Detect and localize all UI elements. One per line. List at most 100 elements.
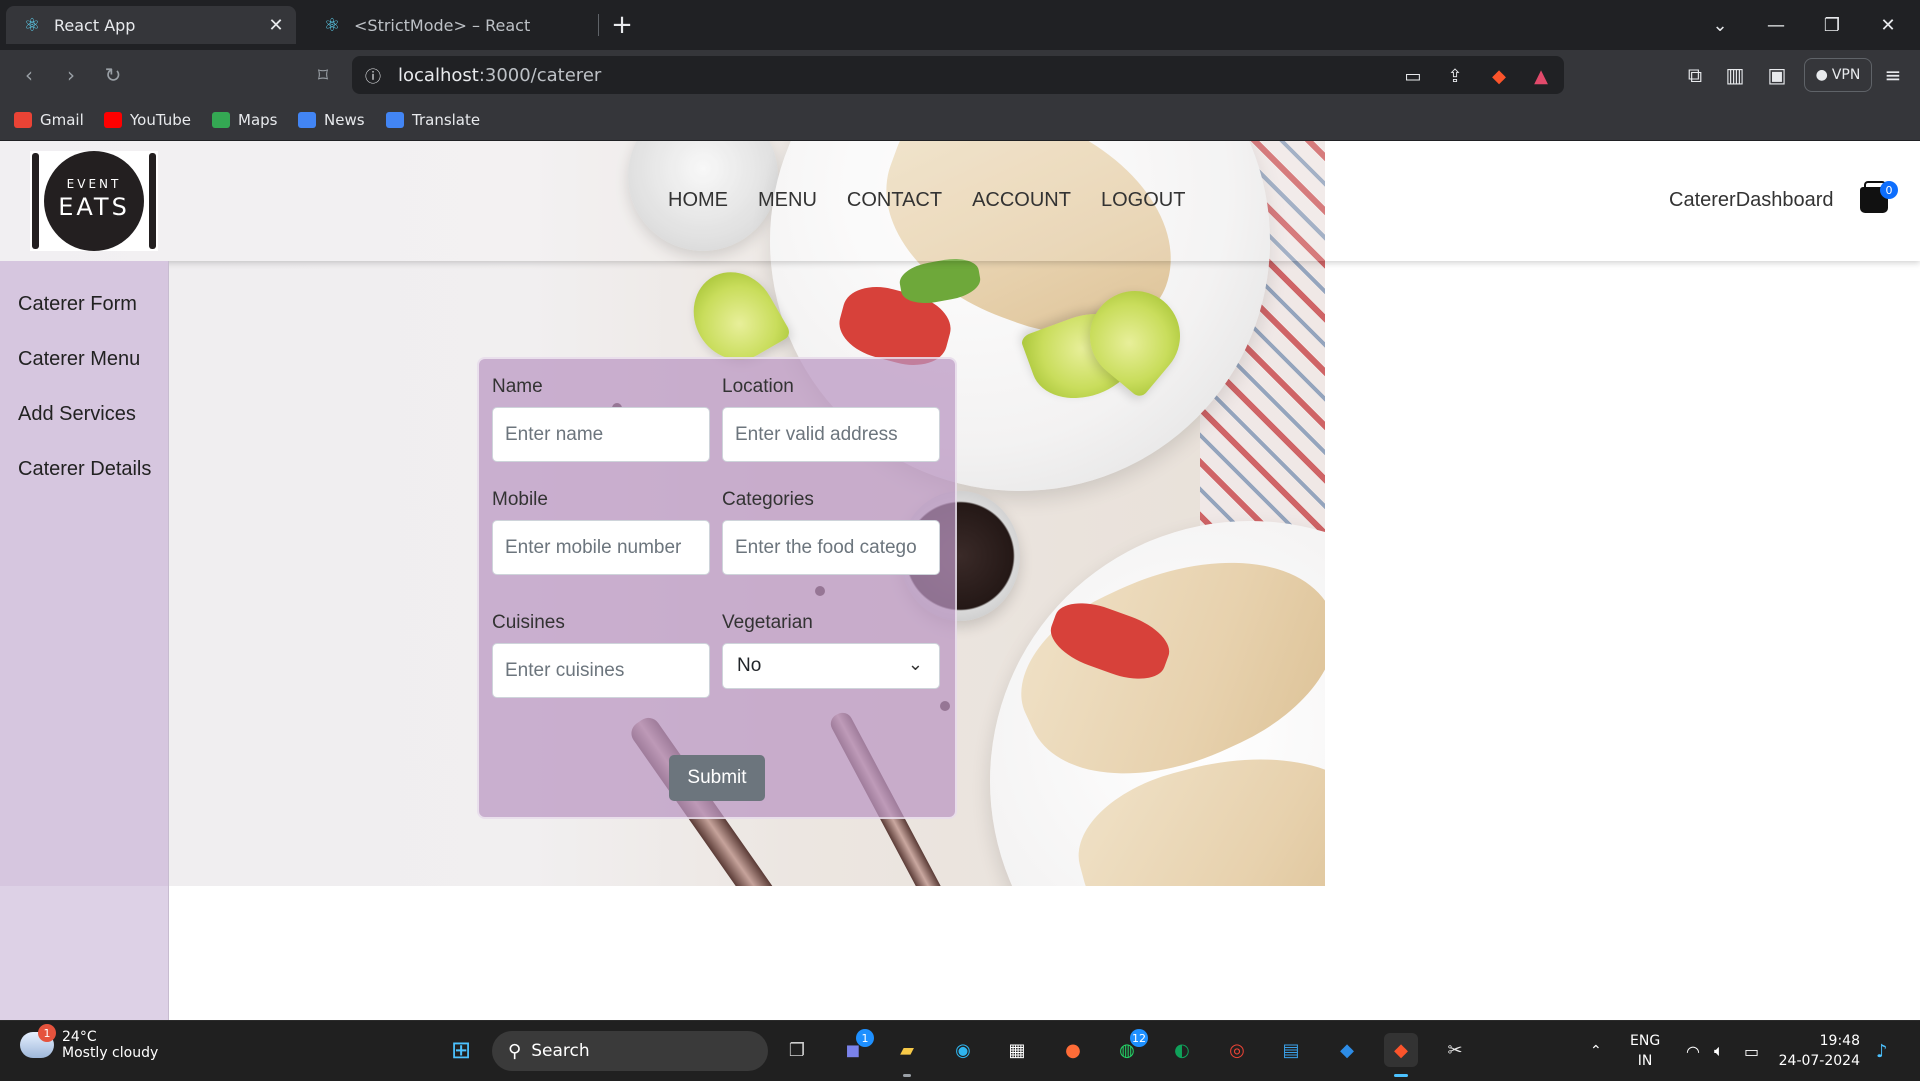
- bookmark-maps[interactable]: Maps: [212, 108, 277, 132]
- bookmark-news[interactable]: News: [298, 108, 365, 132]
- bookmark-translate[interactable]: Translate: [386, 108, 480, 132]
- extensions-icon[interactable]: ⧉: [1678, 58, 1712, 92]
- clock-time: 19:48: [1819, 1033, 1860, 1049]
- windows-start-icon[interactable]: ⊞: [444, 1033, 478, 1067]
- bookmark-gmail[interactable]: Gmail: [14, 108, 84, 132]
- tab-title: React App: [54, 15, 136, 35]
- sidebar-item-add-services[interactable]: Add Services: [18, 403, 136, 426]
- caterer-dashboard-link[interactable]: CatererDashboard: [1669, 189, 1834, 212]
- caterer-sidebar: Caterer Form Caterer Menu Add Services C…: [0, 261, 169, 1021]
- react-icon: ⚛: [23, 14, 41, 36]
- nav-logout[interactable]: LOGOUT: [1101, 189, 1185, 212]
- clock[interactable]: 19:48 24-07-2024: [1760, 1031, 1860, 1071]
- bookmark-label: Gmail: [40, 111, 84, 129]
- nav-contact[interactable]: CONTACT: [847, 189, 942, 212]
- lang-line2: IN: [1637, 1053, 1653, 1069]
- tab-search-chevron-icon[interactable]: ⌄: [1692, 0, 1748, 50]
- nav-account[interactable]: ACCOUNT: [972, 189, 1071, 212]
- site-info-icon[interactable]: ⓘ: [360, 62, 386, 88]
- logo-line1: EVENT: [66, 177, 122, 191]
- tab-title: <StrictMode> – React: [354, 15, 531, 35]
- mongodb-icon[interactable]: ◐: [1165, 1033, 1199, 1067]
- volume-icon[interactable]: 🔈︎: [1714, 1021, 1724, 1081]
- new-tab-button[interactable]: +: [606, 10, 638, 40]
- brave-rewards-icon[interactable]: ▲: [1528, 63, 1554, 89]
- sidebar-item-caterer-menu[interactable]: Caterer Menu: [18, 348, 140, 371]
- bookmark-label: News: [324, 111, 365, 129]
- sidebar-item-caterer-details[interactable]: Caterer Details: [18, 458, 151, 481]
- submit-button[interactable]: Submit: [669, 755, 765, 801]
- restore-button[interactable]: ❐: [1804, 0, 1860, 50]
- bookmark-youtube[interactable]: YouTube: [104, 108, 191, 132]
- temperature: 24°C: [62, 1029, 97, 1045]
- notepad-icon[interactable]: ▤: [1274, 1033, 1308, 1067]
- url-path: :3000/caterer: [478, 65, 602, 86]
- vegetarian-value: No: [737, 655, 762, 676]
- tab-react-app[interactable]: ⚛ React App ✕: [6, 6, 296, 44]
- logo-line2: EATS: [58, 193, 130, 221]
- site-logo[interactable]: EVENT EATS: [30, 151, 158, 251]
- minimize-button[interactable]: —: [1748, 0, 1804, 50]
- search-icon: ⚲: [508, 1040, 522, 1062]
- tab-strictmode[interactable]: ⚛ <StrictMode> – React: [306, 6, 596, 44]
- brave-shields-icon[interactable]: ◆: [1486, 63, 1512, 89]
- name-input[interactable]: Enter name: [492, 407, 710, 462]
- reload-icon[interactable]: ↻: [96, 58, 130, 92]
- cuisines-input[interactable]: Enter cuisines: [492, 643, 710, 698]
- fork-icon: [32, 153, 39, 249]
- postman-icon[interactable]: ●: [1056, 1033, 1090, 1067]
- share-icon[interactable]: ⇪: [1442, 63, 1468, 89]
- location-label: Location: [722, 376, 794, 397]
- browser-tab-bar: ⚛ React App ✕ ⚛ <StrictMode> – React + ⌄…: [0, 0, 1920, 50]
- sidebar-item-caterer-form[interactable]: Caterer Form: [18, 293, 137, 316]
- vegetarian-select[interactable]: No ⌄: [722, 643, 940, 689]
- vpn-dot-icon: ●: [1815, 67, 1828, 83]
- clock-date: 24-07-2024: [1778, 1053, 1860, 1069]
- vscode-icon[interactable]: ◆: [1330, 1033, 1364, 1067]
- cast-icon[interactable]: ▭: [1400, 63, 1426, 89]
- battery-icon[interactable]: ▭: [1744, 1021, 1759, 1081]
- notification-bell-icon[interactable]: ♪: [1876, 1021, 1888, 1081]
- sidebar-toggle-icon[interactable]: ▥: [1718, 58, 1752, 92]
- file-explorer-icon[interactable]: ▰: [890, 1033, 924, 1067]
- mobile-input[interactable]: Enter mobile number: [492, 520, 710, 575]
- vpn-button[interactable]: ● VPN: [1804, 58, 1872, 92]
- language-indicator[interactable]: ENG IN: [1630, 1031, 1660, 1071]
- lang-line1: ENG: [1630, 1033, 1661, 1049]
- wifi-icon[interactable]: ◠: [1686, 1021, 1700, 1081]
- page-content: EVENT EATS HOME MENU CONTACT ACCOUNT LOG…: [0, 141, 1920, 1021]
- url-text[interactable]: localhost:3000/caterer: [398, 65, 601, 86]
- brave-icon[interactable]: ◆: [1384, 1033, 1418, 1067]
- store-icon[interactable]: ▦: [1000, 1033, 1034, 1067]
- snipping-tool-icon[interactable]: ✂: [1438, 1033, 1472, 1067]
- taskbar-search[interactable]: ⚲ Search: [492, 1031, 768, 1071]
- cart-count-badge: 0: [1880, 181, 1898, 199]
- chrome-icon[interactable]: ◎: [1220, 1033, 1254, 1067]
- show-hidden-icons[interactable]: ⌃: [1590, 1021, 1602, 1081]
- cuisines-label: Cuisines: [492, 612, 565, 633]
- nav-home[interactable]: HOME: [668, 189, 728, 212]
- bookmark-icon[interactable]: ⌑: [306, 58, 340, 92]
- whatsapp-badge: 12: [1130, 1029, 1148, 1047]
- edge-icon[interactable]: ◉: [946, 1033, 980, 1067]
- youtube-icon: [104, 112, 122, 128]
- knife-icon: [149, 153, 156, 249]
- search-label: Search: [531, 1041, 590, 1061]
- vpn-label: VPN: [1831, 67, 1861, 83]
- task-view-icon[interactable]: ❐: [780, 1033, 814, 1067]
- address-bar[interactable]: ⓘ localhost:3000/caterer ▭ ⇪ ◆ ▲: [352, 56, 1564, 94]
- categories-input[interactable]: Enter the food catego: [722, 520, 940, 575]
- close-icon[interactable]: ✕: [262, 11, 290, 39]
- nav-menu[interactable]: MENU: [758, 189, 817, 212]
- location-input[interactable]: Enter valid address: [722, 407, 940, 462]
- site-navbar: EVENT EATS HOME MENU CONTACT ACCOUNT LOG…: [0, 141, 1920, 261]
- running-indicator: [903, 1074, 911, 1077]
- menu-icon[interactable]: ≡: [1876, 58, 1910, 92]
- wallet-icon[interactable]: ▣: [1760, 58, 1794, 92]
- weather-widget[interactable]: 1 24°C Mostly cloudy: [20, 1024, 158, 1061]
- forward-icon[interactable]: ›: [54, 58, 88, 92]
- back-icon[interactable]: ‹: [12, 58, 46, 92]
- nav-links: HOME MENU CONTACT ACCOUNT LOGOUT: [668, 189, 1185, 212]
- mobile-label: Mobile: [492, 489, 548, 510]
- window-close-button[interactable]: ✕: [1860, 0, 1916, 50]
